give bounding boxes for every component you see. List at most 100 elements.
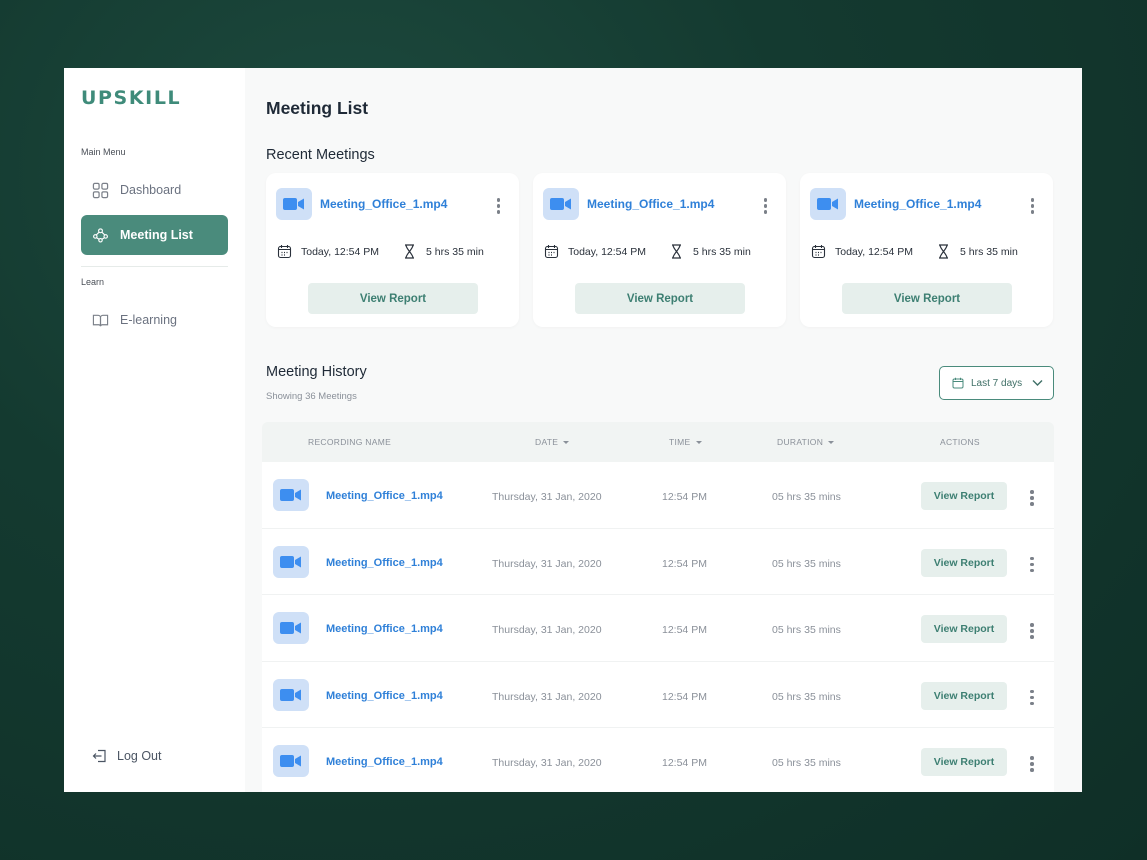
video-camera-icon	[280, 688, 301, 701]
sidebar: UPSKILL Main Menu Dashboard Meeting List…	[64, 68, 245, 792]
app-logo[interactable]: UPSKILL	[81, 87, 181, 109]
sort-caret-icon	[563, 440, 570, 444]
recording-name[interactable]: Meeting_Office_1.mp4	[326, 690, 443, 702]
sidebar-item-label: E-learning	[120, 313, 177, 327]
people-network-icon	[93, 227, 108, 242]
logout-icon	[92, 749, 106, 763]
more-options-icon[interactable]	[493, 196, 505, 216]
calendar-icon	[277, 245, 292, 259]
recent-meetings-cards: Meeting_Office_1.mp4 Today, 12:54 PM 5 h…	[266, 173, 1053, 327]
view-report-button[interactable]: View Report	[308, 283, 478, 314]
video-camera-icon	[283, 198, 304, 210]
column-date[interactable]: DATE	[535, 437, 570, 447]
recording-date: Thursday, 31 Jan, 2020	[492, 757, 602, 769]
video-thumbnail[interactable]	[273, 678, 309, 711]
meeting-meta: Today, 12:54 PM 5 hrs 35 min	[277, 244, 484, 259]
recording-name[interactable]: Meeting_Office_1.mp4	[326, 490, 443, 502]
video-camera-icon	[280, 622, 301, 634]
meeting-duration: 5 hrs 35 min	[426, 245, 484, 258]
meeting-file-name[interactable]: Meeting_Office_1.mp4	[587, 197, 714, 211]
meeting-date: Today, 12:54 PM	[568, 245, 647, 258]
video-thumbnail[interactable]	[543, 188, 579, 220]
recent-meeting-card: Meeting_Office_1.mp4 Today, 12:54 PM 5 h…	[533, 173, 786, 327]
table-row: Meeting_Office_1.mp4 Thursday, 31 Jan, 2…	[262, 728, 1054, 792]
page-title: Meeting List	[266, 98, 369, 118]
view-report-button[interactable]: View Report	[921, 615, 1007, 643]
video-camera-icon	[280, 489, 301, 501]
sidebar-divider	[81, 266, 228, 267]
more-options-icon[interactable]	[1026, 754, 1038, 774]
sidebar-item-label: Meeting List	[120, 228, 193, 242]
video-thumbnail[interactable]	[273, 612, 309, 644]
recording-name[interactable]: Meeting_Office_1.mp4	[326, 756, 443, 768]
date-range-label: Last 7 days	[971, 377, 1023, 389]
video-thumbnail[interactable]	[273, 479, 309, 511]
column-duration[interactable]: DURATION	[777, 437, 835, 447]
table-row: Meeting_Office_1.mp4 Thursday, 31 Jan, 2…	[262, 661, 1054, 728]
view-report-button[interactable]: View Report	[575, 283, 745, 314]
meeting-duration: 5 hrs 35 min	[960, 245, 1018, 258]
more-options-icon[interactable]	[1026, 488, 1038, 508]
sidebar-item-label: Dashboard	[120, 183, 182, 197]
video-thumbnail[interactable]	[276, 188, 312, 220]
meeting-history-table: RECORDING NAME DATE TIME DURATION ACTION…	[262, 422, 1054, 792]
view-report-button[interactable]: View Report	[921, 748, 1007, 776]
recording-time: 12:54 PM	[662, 690, 707, 703]
more-options-icon[interactable]	[760, 196, 772, 216]
recording-date: Thursday, 31 Jan, 2020	[492, 557, 602, 570]
video-thumbnail[interactable]	[273, 545, 309, 578]
recent-meeting-card: Meeting_Office_1.mp4 Today, 12:54 PM 5 h…	[266, 173, 519, 327]
more-options-icon[interactable]	[1026, 621, 1038, 641]
column-recording-name: RECORDING NAME	[308, 437, 392, 447]
more-options-icon[interactable]	[1026, 555, 1038, 575]
main-menu-label: Main Menu	[81, 147, 126, 157]
sidebar-item-dashboard[interactable]: Dashboard	[81, 170, 228, 210]
meeting-duration: 5 hrs 35 min	[693, 245, 751, 258]
view-report-button[interactable]: View Report	[842, 283, 1012, 314]
recent-meetings-title: Recent Meetings	[266, 147, 375, 163]
app-window: UPSKILL Main Menu Dashboard Meeting List…	[64, 68, 1082, 792]
date-range-dropdown[interactable]: Last 7 days	[939, 366, 1054, 400]
hourglass-icon	[672, 244, 682, 259]
meeting-file-name[interactable]: Meeting_Office_1.mp4	[320, 197, 447, 211]
chevron-down-icon	[1032, 380, 1043, 386]
meeting-date: Today, 12:54 PM	[301, 245, 380, 258]
recent-meeting-card: Meeting_Office_1.mp4 Today, 12:54 PM 5 h…	[800, 173, 1053, 327]
recording-time: 12:54 PM	[662, 624, 707, 636]
view-report-button[interactable]: View Report	[921, 681, 1007, 710]
video-camera-icon	[817, 198, 838, 210]
recording-duration: 05 hrs 35 mins	[772, 757, 841, 769]
learn-label: Learn	[81, 277, 105, 287]
table-row: Meeting_Office_1.mp4 Thursday, 31 Jan, 2…	[262, 528, 1054, 595]
view-report-button[interactable]: View Report	[921, 482, 1007, 510]
recording-duration: 05 hrs 35 mins	[772, 557, 841, 570]
sidebar-item-e-learning[interactable]: E-learning	[81, 300, 228, 340]
recording-time: 12:54 PM	[662, 557, 707, 570]
video-camera-icon	[280, 755, 301, 767]
recording-duration: 05 hrs 35 mins	[772, 491, 841, 503]
main-content: Meeting List Recent Meetings Meeting_Off…	[245, 68, 1082, 792]
recording-name[interactable]: Meeting_Office_1.mp4	[326, 623, 443, 635]
video-thumbnail[interactable]	[810, 188, 846, 220]
logout-label: Log Out	[117, 749, 162, 763]
more-options-icon[interactable]	[1027, 196, 1039, 216]
sidebar-item-meeting-list[interactable]: Meeting List	[81, 215, 228, 255]
sort-caret-icon	[828, 440, 835, 444]
video-thumbnail[interactable]	[273, 745, 309, 777]
view-report-button[interactable]: View Report	[921, 548, 1007, 577]
recording-name[interactable]: Meeting_Office_1.mp4	[326, 557, 443, 569]
meeting-meta: Today, 12:54 PM 5 hrs 35 min	[811, 244, 1018, 259]
calendar-icon	[811, 245, 826, 259]
logout-button[interactable]: Log Out	[92, 748, 161, 764]
meeting-count: Showing 36 Meetings	[266, 391, 357, 402]
more-options-icon[interactable]	[1026, 688, 1038, 708]
meeting-date: Today, 12:54 PM	[835, 245, 914, 258]
table-row: Meeting_Office_1.mp4 Thursday, 31 Jan, 2…	[262, 595, 1054, 662]
hourglass-icon	[939, 244, 949, 259]
video-camera-icon	[550, 198, 571, 210]
meeting-file-name[interactable]: Meeting_Office_1.mp4	[854, 197, 981, 211]
table-header: RECORDING NAME DATE TIME DURATION ACTION…	[262, 422, 1054, 462]
recording-date: Thursday, 31 Jan, 2020	[492, 624, 602, 636]
column-time[interactable]: TIME	[669, 437, 702, 447]
recording-time: 12:54 PM	[662, 757, 707, 769]
